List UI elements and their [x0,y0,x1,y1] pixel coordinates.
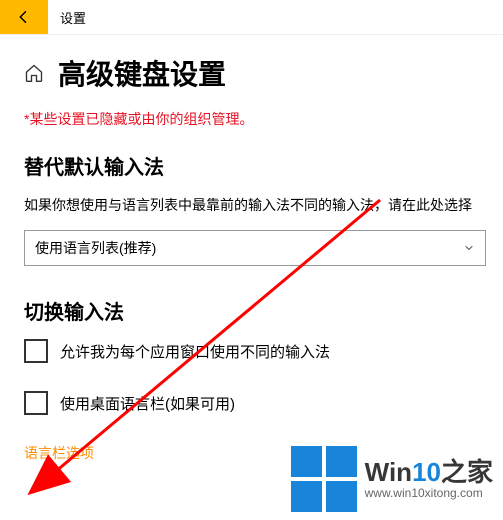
page-title: 高级键盘设置 [58,53,226,93]
chevron-down-icon [463,242,475,254]
watermark-text: Win10之家 www.win10xitong.com [365,458,493,500]
watermark-brand-b: 10 [412,457,441,487]
watermark-url: www.win10xitong.com [365,487,493,500]
checkbox-label: 使用桌面语言栏(如果可用) [60,393,235,414]
content-area: 高级键盘设置 *某些设置已隐藏或由你的组织管理。 替代默认输入法 如果你想使用与… [0,35,503,463]
page-header: 高级键盘设置 [24,53,479,93]
watermark-brand-c: 之家 [441,457,493,487]
arrow-left-icon [15,8,33,26]
windows-logo-icon [291,446,357,512]
checkbox-icon [24,391,48,415]
watermark-brand-a: Win [365,457,412,487]
watermark: Win10之家 www.win10xitong.com [291,446,493,512]
per-app-ime-checkbox-row[interactable]: 允许我为每个应用窗口使用不同的输入法 [24,339,479,363]
window-title: 设置 [48,0,86,34]
desktop-language-bar-checkbox-row[interactable]: 使用桌面语言栏(如果可用) [24,391,479,415]
checkbox-icon [24,339,48,363]
checkbox-label: 允许我为每个应用窗口使用不同的输入法 [60,341,330,362]
org-policy-warning: *某些设置已隐藏或由你的组织管理。 [24,109,479,129]
override-section-heading: 替代默认输入法 [24,151,479,180]
titlebar: 设置 [0,0,503,35]
override-section-desc: 如果你想使用与语言列表中最靠前的输入法不同的输入法，请在此处选择 [24,194,479,216]
dropdown-selected-value: 使用语言列表(推荐) [35,238,156,258]
switch-section-heading: 切换输入法 [24,296,479,325]
default-ime-dropdown[interactable]: 使用语言列表(推荐) [24,230,486,266]
home-icon[interactable] [24,63,44,83]
back-button[interactable] [0,0,48,34]
